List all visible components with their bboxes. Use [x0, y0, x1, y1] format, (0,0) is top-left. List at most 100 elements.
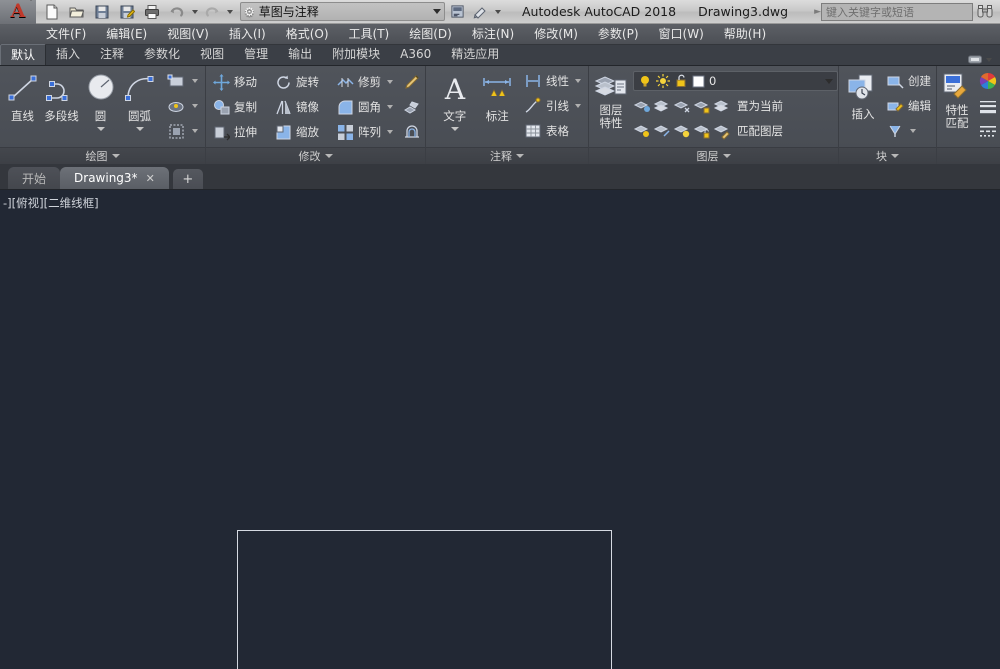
ribbon-panel-properties-title[interactable] [937, 147, 1000, 164]
help-search-input[interactable]: 键入关键字或短语 [821, 2, 973, 21]
draw-hatch-button[interactable] [164, 94, 201, 118]
search-expand-icon[interactable]: ► [814, 7, 821, 17]
annotation-text-button[interactable]: A 文字 [436, 69, 474, 131]
ribbon-tab-insert[interactable]: 插入 [46, 44, 90, 65]
layer-set-current-icon[interactable] [713, 97, 731, 115]
drawn-rectangle[interactable] [237, 530, 612, 669]
block-edit-button[interactable]: 编辑 [883, 94, 934, 118]
close-icon[interactable]: ✕ [146, 172, 155, 185]
menu-item-help[interactable]: 帮助(H) [714, 24, 776, 45]
modify-copy-button[interactable]: 复制 [210, 95, 272, 119]
menu-item-dimension[interactable]: 标注(N) [462, 24, 524, 45]
doc-tab-drawing3[interactable]: Drawing3* ✕ [60, 167, 169, 189]
chevron-down-icon[interactable] [111, 154, 120, 158]
chevron-down-icon[interactable] [192, 129, 198, 133]
layer-off-icon[interactable] [673, 97, 691, 115]
new-file-icon[interactable] [40, 1, 64, 23]
menu-item-edit[interactable]: 编辑(E) [96, 24, 157, 45]
modify-move-button[interactable]: 移动 [210, 70, 272, 94]
ribbon-panel-blocks-title[interactable]: 块 [839, 147, 936, 164]
save-workspace-icon[interactable] [445, 1, 469, 23]
match-properties-button[interactable]: 特性 匹配 [941, 69, 973, 130]
open-file-icon[interactable] [65, 1, 89, 23]
layer-on-icon[interactable] [633, 122, 651, 140]
lineweight-button[interactable] [977, 94, 999, 118]
chevron-down-icon[interactable] [135, 127, 144, 131]
chevron-down-icon[interactable] [192, 79, 198, 83]
block-attribute-button[interactable] [883, 119, 934, 143]
chevron-down-icon[interactable] [324, 154, 333, 158]
chevron-down-icon[interactable] [722, 154, 731, 158]
annotation-leader-button[interactable]: 引线 [521, 94, 584, 118]
lightbulb-on-icon[interactable] [638, 74, 652, 88]
redo-icon[interactable] [200, 1, 224, 23]
draw-rectangle-button[interactable] [164, 69, 201, 93]
ribbon-panel-annotation-title[interactable]: 注释 [426, 147, 588, 164]
layer-isolate-icon[interactable] [633, 97, 651, 115]
chevron-down-icon[interactable] [433, 9, 441, 14]
undo-icon[interactable] [165, 1, 189, 23]
chevron-down-icon[interactable] [986, 57, 992, 62]
doc-tab-start[interactable]: 开始 [8, 167, 61, 189]
ribbon-tab-parametric[interactable]: 参数化 [134, 44, 190, 65]
ribbon-panel-modify-title[interactable]: 修改 [206, 147, 425, 164]
modify-trim-button[interactable]: 修剪 [334, 70, 400, 94]
workspace-settings-icon[interactable] [469, 1, 493, 23]
undo-dropdown-icon[interactable] [190, 1, 199, 23]
draw-circle-button[interactable]: 圆 [82, 69, 119, 131]
layer-match-icon[interactable] [713, 122, 731, 140]
modify-rotate-button[interactable]: 旋转 [272, 70, 334, 94]
chevron-down-icon[interactable] [387, 80, 393, 84]
chevron-down-icon[interactable] [516, 154, 524, 158]
menu-item-insert[interactable]: 插入(I) [219, 24, 276, 45]
workspace-switcher[interactable]: ⚙ 草图与注释 [240, 2, 445, 21]
chevron-down-icon[interactable] [910, 129, 916, 133]
chevron-down-icon[interactable] [825, 78, 833, 84]
viewport-controls-label[interactable]: -][俯视][二维线框] [3, 195, 99, 211]
block-create-button[interactable]: 创建 [883, 69, 934, 93]
chevron-down-icon[interactable] [575, 104, 581, 108]
menu-item-parametric[interactable]: 参数(P) [588, 24, 649, 45]
annotation-linear-button[interactable]: 线性 [521, 69, 584, 93]
menu-item-draw[interactable]: 绘图(D) [399, 24, 462, 45]
layer-unlock-icon[interactable] [693, 122, 711, 140]
unlock-icon[interactable] [674, 74, 688, 88]
color-swatch-icon[interactable] [692, 75, 705, 88]
block-insert-button[interactable]: 插入 [845, 69, 881, 122]
menu-item-modify[interactable]: 修改(M) [524, 24, 588, 45]
modify-offset-button[interactable] [400, 120, 424, 144]
modify-array-button[interactable]: 阵列 [334, 120, 400, 144]
modify-mirror-button[interactable]: 镜像 [272, 95, 334, 119]
ribbon-tab-manage[interactable]: 管理 [234, 44, 278, 65]
ribbon-tab-view[interactable]: 视图 [190, 44, 234, 65]
modify-fillet-button[interactable]: 圆角 [334, 95, 400, 119]
ribbon-tab-featured-apps[interactable]: 精选应用 [441, 44, 509, 65]
menu-item-format[interactable]: 格式(O) [276, 24, 339, 45]
chevron-down-icon[interactable] [192, 104, 198, 108]
object-color-button[interactable] [977, 69, 999, 93]
menu-item-file[interactable]: 文件(F) [36, 24, 96, 45]
sun-icon[interactable] [656, 74, 670, 88]
modify-scale-button[interactable]: 缩放 [272, 120, 334, 144]
print-icon[interactable] [140, 1, 164, 23]
layer-set-current-row[interactable]: 置为当前 [633, 94, 838, 118]
annotation-table-button[interactable]: 表格 [521, 119, 584, 143]
draw-region-button[interactable] [164, 119, 201, 143]
menu-item-tools[interactable]: 工具(T) [339, 24, 400, 45]
ribbon-tab-home[interactable]: 默认 [0, 44, 47, 65]
annotation-dimension-button[interactable]: 标注 [478, 69, 517, 124]
ribbon-tab-addins[interactable]: 附加模块 [322, 44, 390, 65]
layer-thaw-icon[interactable] [653, 122, 671, 140]
binoculars-search-icon[interactable] [973, 1, 997, 23]
drawing-canvas[interactable]: -][俯视][二维线框] Y ✕ 溜溜自学 ZIXUE.3D66.COM [0, 190, 1000, 669]
modify-stretch-button[interactable]: 拉伸 [210, 120, 272, 144]
menu-item-view[interactable]: 视图(V) [157, 24, 219, 45]
linetype-button[interactable] [977, 119, 999, 143]
chevron-down-icon[interactable] [891, 154, 899, 158]
layer-freeze-icon[interactable] [653, 97, 671, 115]
modify-erase-button[interactable] [400, 70, 424, 94]
save-icon[interactable] [90, 1, 114, 23]
chevron-down-icon[interactable] [387, 130, 393, 134]
qat-customize-icon[interactable] [493, 1, 502, 23]
save-as-icon[interactable] [115, 1, 139, 23]
